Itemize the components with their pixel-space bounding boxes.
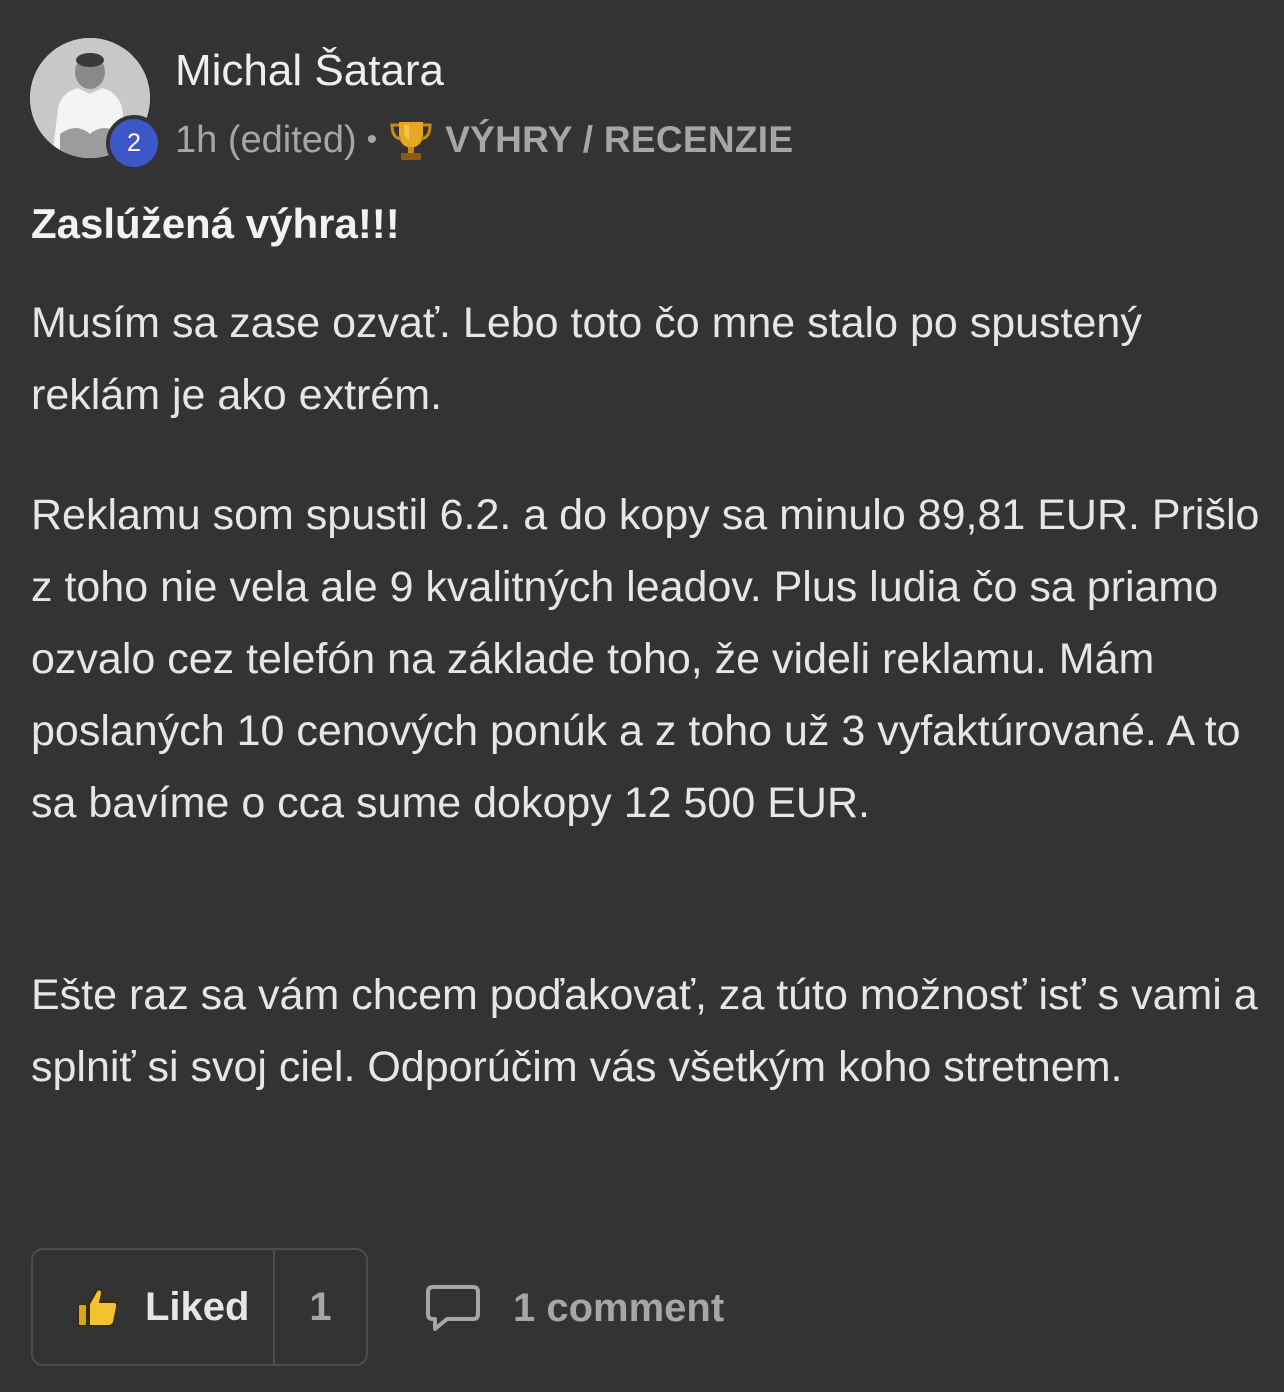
post-paragraph-1: Musím sa zase ozvať. Lebo toto čo mne st… bbox=[31, 299, 1142, 419]
post-meta: 1h (edited) • VÝHRY / RECENZIE bbox=[175, 116, 793, 164]
post-card: 2 Michal Šatara 1h (edited) • VÝHRY / RE… bbox=[0, 0, 1284, 1392]
post-time: 1h (edited) bbox=[175, 118, 357, 161]
post-paragraph-2: Reklamu som spustil 6.2. a do kopy sa mi… bbox=[31, 491, 1260, 827]
comment-count-label: 1 comment bbox=[513, 1285, 725, 1330]
thumbs-up-icon bbox=[77, 1288, 119, 1327]
level-badge: 2 bbox=[106, 115, 162, 171]
comment-bubble-icon bbox=[426, 1285, 480, 1331]
author-name[interactable]: Michal Šatara bbox=[175, 46, 444, 96]
meta-separator: • bbox=[366, 123, 378, 156]
post-category[interactable]: VÝHRY / RECENZIE bbox=[445, 119, 793, 161]
comment-button[interactable]: 1 comment bbox=[425, 1278, 724, 1338]
like-count[interactable]: 1 bbox=[275, 1250, 366, 1364]
like-group: Liked 1 bbox=[31, 1248, 368, 1366]
trophy-icon bbox=[390, 122, 432, 160]
post-paragraph-3: Ešte raz sa vám chcem poďakovať, za túto… bbox=[31, 971, 1258, 1091]
like-button[interactable]: Liked bbox=[33, 1250, 275, 1364]
post-title: Zaslúžená výhra!!! bbox=[31, 200, 400, 247]
like-label: Liked bbox=[145, 1284, 250, 1329]
